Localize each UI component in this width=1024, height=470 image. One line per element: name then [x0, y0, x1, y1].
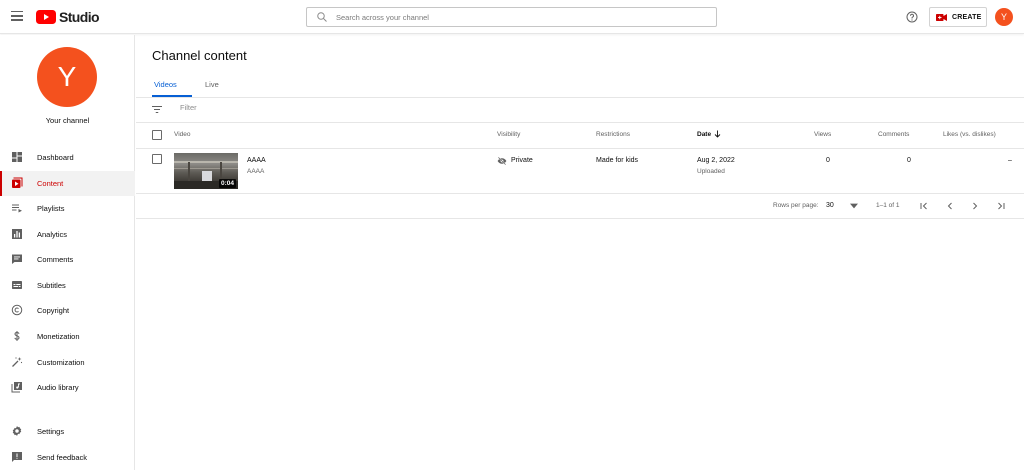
analytics-icon	[12, 229, 22, 239]
next-page-icon[interactable]	[970, 201, 980, 211]
column-header-likes: Likes (vs. dislikes)	[943, 131, 996, 138]
sidebar-item-label: Settings	[37, 427, 65, 436]
sidebar-item-send-feedback[interactable]: Send feedback	[0, 445, 135, 470]
column-header-comments: Comments	[878, 131, 910, 138]
sidebar-item-label: Copyright	[37, 306, 70, 315]
sidebar-item-dashboard[interactable]: Dashboard	[0, 145, 135, 170]
magic-wand-icon	[12, 357, 23, 367]
video-description: AAAA	[247, 168, 265, 175]
sidebar-item-label: Content	[37, 179, 64, 188]
top-app-bar: Studio CREATE Y	[0, 0, 1024, 34]
filter-icon[interactable]	[152, 105, 162, 114]
search-input[interactable]	[336, 12, 696, 22]
sidebar-item-label: Send feedback	[37, 453, 88, 462]
rows-per-page-label: Rows per page:	[773, 202, 819, 209]
caret-down-icon[interactable]	[850, 203, 858, 209]
sidebar-item-label: Comments	[37, 255, 74, 264]
sidebar-item-label: Subtitles	[37, 281, 66, 290]
first-page-icon[interactable]	[919, 201, 929, 211]
column-header-views: Views	[814, 131, 832, 138]
sidebar-item-content[interactable]: Content	[0, 171, 135, 196]
sidebar-item-analytics[interactable]: Analytics	[0, 222, 135, 247]
video-camera-icon	[936, 13, 947, 21]
search-box[interactable]	[306, 7, 717, 27]
tab-live[interactable]: Live	[205, 80, 219, 89]
logo-text: Studio	[59, 9, 100, 25]
gear-icon	[12, 426, 22, 436]
views-value: 0	[826, 157, 830, 164]
sidebar-item-label: Audio library	[37, 383, 79, 392]
last-page-icon[interactable]	[996, 201, 1006, 211]
row-checkbox[interactable]	[152, 154, 162, 164]
search-icon	[317, 12, 327, 22]
pagination-range: 1–1 of 1	[876, 202, 900, 209]
eye-off-icon	[497, 157, 507, 165]
comments-value: 0	[907, 157, 911, 164]
date-status: Uploaded	[697, 168, 725, 175]
column-header-restrictions: Restrictions	[596, 131, 630, 138]
feedback-icon	[12, 452, 22, 462]
sort-down-arrow-icon[interactable]	[714, 130, 721, 138]
menu-icon[interactable]	[11, 11, 23, 21]
sidebar-item-audio-library[interactable]: Audio library	[0, 375, 135, 400]
your-channel-label: Your channel	[45, 116, 90, 125]
dashboard-icon	[12, 152, 22, 162]
divider	[136, 97, 1024, 98]
create-button[interactable]: CREATE	[929, 7, 987, 27]
sidebar-item-comments[interactable]: Comments	[0, 247, 135, 272]
sidebar-item-label: Playlists	[37, 204, 65, 213]
column-header-date[interactable]: Date	[697, 131, 711, 138]
copyright-icon	[11, 304, 23, 316]
restrictions-value: Made for kids	[596, 157, 639, 164]
content-icon	[12, 177, 23, 188]
sidebar-item-label: Customization	[37, 358, 85, 367]
create-label: CREATE	[952, 13, 982, 21]
column-header-visibility: Visibility	[497, 131, 521, 138]
sidebar-item-label: Monetization	[37, 332, 80, 341]
sidebar-item-settings[interactable]: Settings	[0, 419, 135, 444]
account-avatar[interactable]: Y	[995, 8, 1013, 26]
sidebar-item-monetization[interactable]: Monetization	[0, 324, 135, 349]
sidebar-item-label: Analytics	[37, 230, 68, 239]
rows-per-page-select[interactable]: 30	[826, 202, 834, 209]
page-title: Channel content	[152, 48, 247, 63]
sidebar-item-customization[interactable]: Customization	[0, 350, 135, 375]
date-value: Aug 2, 2022	[697, 157, 735, 164]
sidebar: Y Your channel Dashboard Content Playlis…	[0, 35, 135, 470]
select-all-checkbox[interactable]	[152, 130, 162, 140]
help-icon[interactable]	[906, 11, 918, 23]
divider	[136, 218, 1024, 219]
divider	[136, 193, 1024, 194]
youtube-play-icon	[36, 10, 56, 24]
video-title[interactable]: AAAA	[247, 157, 266, 164]
tab-videos[interactable]: Videos	[154, 80, 177, 89]
divider	[136, 148, 1024, 149]
dollar-icon	[14, 331, 20, 341]
comments-icon	[12, 254, 22, 264]
column-header-video: Video	[174, 131, 191, 138]
subtitles-icon	[12, 281, 22, 289]
channel-avatar[interactable]: Y	[37, 47, 97, 107]
previous-page-icon[interactable]	[945, 201, 955, 211]
sidebar-item-subtitles[interactable]: Subtitles	[0, 273, 135, 298]
playlists-icon	[12, 204, 22, 213]
sidebar-item-copyright[interactable]: Copyright	[0, 298, 135, 323]
sidebar-item-label: Dashboard	[37, 153, 74, 162]
divider	[136, 122, 1024, 123]
audio-library-icon	[11, 382, 22, 393]
video-duration-badge: 0:04	[219, 179, 237, 188]
sidebar-item-playlists[interactable]: Playlists	[0, 196, 135, 221]
filter-input[interactable]	[180, 103, 380, 112]
likes-value: –	[1008, 157, 1012, 164]
studio-logo[interactable]: Studio	[36, 9, 100, 25]
visibility-value[interactable]: Private	[511, 157, 533, 164]
